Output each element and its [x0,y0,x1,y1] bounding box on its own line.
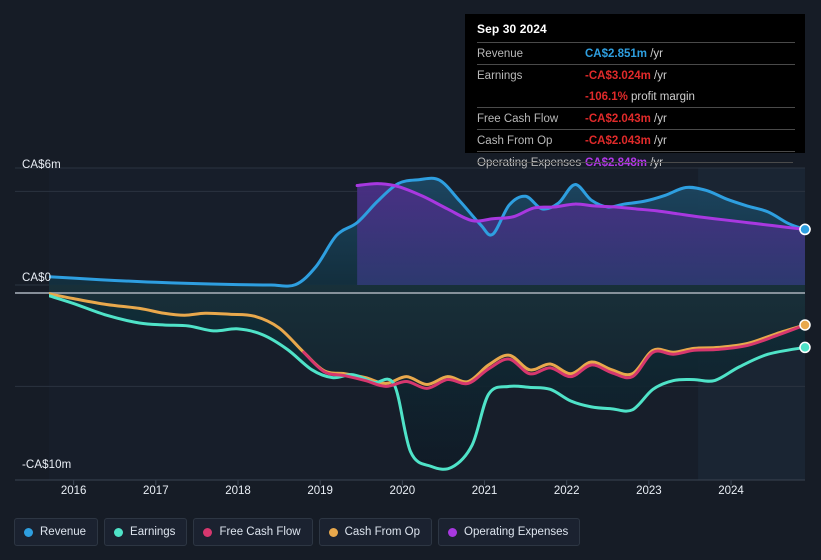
legend-color-dot-icon [203,527,213,537]
x-axis-tick-label: 2024 [718,485,744,497]
legend-color-dot-icon [448,527,458,537]
y-axis-label-zero: CA$0 [22,272,52,284]
tooltip-row-value: -CA$2.043m /yr [585,129,795,152]
chart-legend: Revenue Earnings Free Cash Flow Cash From O… [14,518,581,546]
legend-item-free-cash-flow[interactable]: Free Cash Flow [193,518,313,546]
legend-item-operating-expenses[interactable]: Operating Expenses [438,518,581,546]
tooltip-row-value: -CA$2.043m /yr [585,107,795,130]
legend-item-cash-from-op[interactable]: Cash From Op [318,518,433,546]
legend-color-dot-icon [114,527,124,537]
legend-item-revenue[interactable]: Revenue [14,518,99,546]
tooltip-row-label: Cash From Op [477,129,585,152]
tooltip-row: Free Cash Flow -CA$2.043m /yr [477,107,795,130]
x-axis-tick-label: 2019 [307,485,333,497]
y-axis-label-top: CA$6m [22,159,61,171]
y-axis-label-bottom: -CA$10m [22,459,72,471]
x-axis-tick-label: 2018 [225,485,251,497]
tooltip-row-value: CA$2.851m /yr [585,42,795,65]
legend-item-label: Operating Expenses [464,526,569,538]
tooltip-row-value: -106.1% profit margin [585,90,695,103]
x-axis-tick-label: 2022 [553,485,580,497]
legend-item-label: Revenue [40,526,87,538]
x-axis-tick-label: 2020 [389,485,416,497]
data-tooltip: Sep 30 2024 Revenue CA$2.851m /yr Earnings… [465,14,805,173]
tooltip-row-label: Earnings [477,64,585,86]
legend-item-label: Free Cash Flow [219,526,301,538]
tooltip-table: Revenue CA$2.851m /yr Earnings -CA$3.024m /… [477,42,795,173]
legend-color-dot-icon [24,527,33,537]
tooltip-row: -106.1% profit margin [477,86,795,108]
legend-color-dot-icon [328,527,338,537]
tooltip-row-value: -CA$3.024m /yr [585,64,795,86]
tooltip-row: Earnings -CA$3.024m /yr [477,64,795,86]
tooltip-row: Revenue CA$2.851m /yr [477,42,795,65]
x-axis-tick-label: 2023 [636,485,662,497]
legend-item-earnings[interactable]: Earnings [104,518,188,546]
x-axis-tick-label: 2016 [60,485,87,497]
chart-screen: CA$6m CA$0 -CA$10m 2016 2017 2018 2019 2020 2… [0,0,821,560]
x-axis-tick-label: 2021 [471,485,498,497]
legend-item-label: Cash From Op [344,526,421,538]
tooltip-row-label: Revenue [477,42,585,65]
x-axis-tick-label: 2017 [143,485,169,497]
tooltip-row-label: Free Cash Flow [477,107,585,130]
legend-item-label: Earnings [130,526,176,538]
tooltip-bottom-rule [477,162,793,163]
tooltip-row-label [477,86,585,108]
tooltip-row: Cash From Op -CA$2.043m /yr [477,129,795,152]
tooltip-date: Sep 30 2024 [477,22,547,36]
